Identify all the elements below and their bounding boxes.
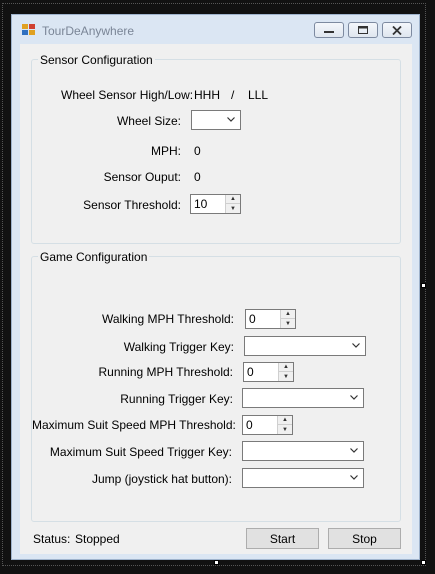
spin-up-icon[interactable]: ▲ [278, 416, 292, 425]
walking-key-label: Walking Trigger Key: [123, 340, 234, 354]
running-threshold-spin[interactable]: ▲ ▼ [278, 363, 293, 381]
max-key-label: Maximum Suit Speed Trigger Key: [49, 445, 232, 459]
chevron-down-icon [227, 117, 235, 122]
minimize-icon [324, 31, 334, 33]
walking-threshold-value: 0 [249, 312, 256, 326]
wheel-sensor-low-value: LLL [248, 88, 269, 102]
spin-up-icon[interactable]: ▲ [279, 363, 293, 372]
sensor-threshold-value: 10 [194, 197, 208, 211]
running-threshold-label: Running MPH Threshold: [98, 365, 233, 379]
walking-key-select[interactable] [244, 336, 366, 356]
sensor-output-value: 0 [194, 170, 201, 184]
main-window: TourDeAnywhere Sensor Configuration Whee… [11, 14, 420, 560]
wheel-size-select[interactable] [191, 110, 241, 130]
sensor-config-title: Sensor Configuration [38, 53, 155, 67]
wheel-sensor-high-value: HHH [194, 88, 220, 102]
spin-down-icon[interactable]: ▼ [278, 425, 292, 434]
status-value: Stopped [75, 532, 120, 546]
spin-down-icon[interactable]: ▼ [281, 319, 295, 328]
max-threshold-stepper[interactable]: 0 ▲ ▼ [242, 415, 293, 435]
title-bar: TourDeAnywhere [12, 15, 419, 45]
spin-up-icon[interactable]: ▲ [226, 195, 240, 204]
chevron-down-icon [352, 343, 360, 348]
running-threshold-stepper[interactable]: 0 ▲ ▼ [243, 362, 294, 382]
max-threshold-label: Maximum Suit Speed MPH Threshold: [32, 418, 236, 432]
max-threshold-spin[interactable]: ▲ ▼ [277, 416, 292, 434]
start-button[interactable]: Start [246, 528, 319, 549]
maximize-icon [358, 26, 368, 34]
close-icon [392, 25, 402, 35]
chevron-down-icon [350, 395, 358, 400]
chevron-down-icon [350, 475, 358, 480]
spin-down-icon[interactable]: ▼ [226, 204, 240, 213]
close-button[interactable] [382, 22, 412, 38]
walking-threshold-spin[interactable]: ▲ ▼ [280, 310, 295, 328]
stop-button[interactable]: Stop [328, 528, 401, 549]
minimize-button[interactable] [314, 22, 344, 38]
spin-down-icon[interactable]: ▼ [279, 372, 293, 381]
max-key-select[interactable] [242, 441, 364, 461]
walking-threshold-stepper[interactable]: 0 ▲ ▼ [245, 309, 296, 329]
max-threshold-value: 0 [246, 418, 253, 432]
mph-value: 0 [194, 144, 201, 158]
wheel-sensor-separator: / [231, 88, 235, 102]
jump-select[interactable] [242, 468, 364, 488]
sensor-threshold-spin[interactable]: ▲ ▼ [225, 195, 240, 213]
sensor-output-label: Sensor Ouput: [103, 170, 181, 184]
resize-handle-right[interactable] [421, 283, 426, 288]
form-client-area: Sensor Configuration Wheel Sensor High/L… [20, 44, 412, 554]
wheel-sensor-label: Wheel Sensor High/Low: [61, 88, 194, 102]
sensor-threshold-label: Sensor Threshold: [83, 198, 181, 212]
walking-threshold-label: Walking MPH Threshold: [101, 312, 234, 326]
game-config-title: Game Configuration [38, 250, 150, 264]
resize-handle-bottom[interactable] [214, 560, 219, 565]
wheel-size-label: Wheel Size: [116, 114, 181, 128]
resize-handle-corner[interactable] [421, 560, 426, 565]
spin-up-icon[interactable]: ▲ [281, 310, 295, 319]
window-title: TourDeAnywhere [42, 24, 135, 38]
running-key-select[interactable] [242, 388, 364, 408]
sensor-threshold-stepper[interactable]: 10 ▲ ▼ [190, 194, 241, 214]
running-key-label: Running Trigger Key: [120, 392, 233, 406]
maximize-button[interactable] [348, 22, 378, 38]
running-threshold-value: 0 [247, 365, 254, 379]
app-icon [22, 24, 36, 36]
jump-label: Jump (joystick hat button): [91, 472, 232, 486]
chevron-down-icon [350, 448, 358, 453]
status-label: Status: [33, 532, 71, 546]
mph-label: MPH: [151, 144, 181, 158]
